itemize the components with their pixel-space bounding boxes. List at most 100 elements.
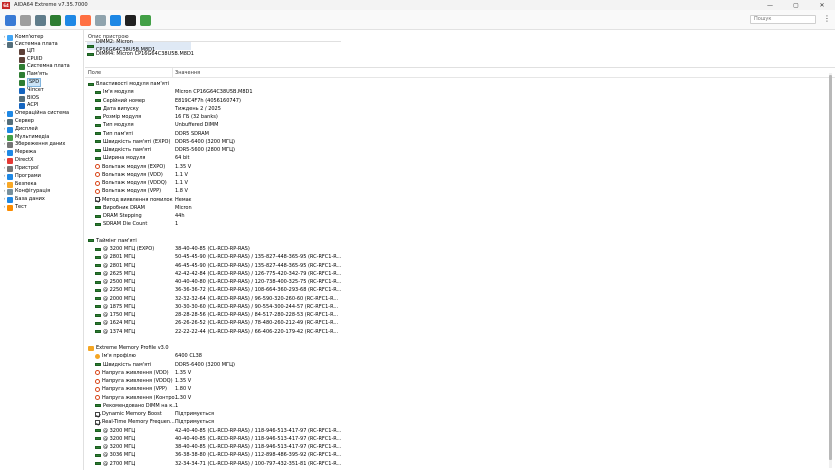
detail-row[interactable]: @ 3200 МГЦ (EXPO) 38-40-40-85 (CL-RCD-RP-… [85, 245, 825, 253]
detail-row[interactable]: @ 2625 МГЦ 42-42-42-84 (CL-RCD-RP-RAS) / … [85, 270, 825, 278]
memory-chip-icon [95, 288, 101, 292]
tree-item[interactable]: › DirectX [2, 157, 33, 164]
field-label: @ 2500 МГЦ [103, 279, 136, 285]
device-item[interactable]: DIMM4: Micron CP16G64C38U5B.M8D1 [87, 50, 194, 58]
detail-row[interactable]: @ 2250 МГЦ 36-36-36-72 (CL-RCD-RP-RAS) / … [85, 286, 825, 294]
tree-item[interactable]: SPD [14, 78, 42, 87]
detail-row[interactable]: DRAM Stepping 44h [85, 212, 825, 220]
detail-row[interactable]: Напруга живлення (VDDQ) 1.35 V [85, 377, 825, 385]
search-input[interactable] [754, 16, 804, 22]
tree-item[interactable]: BIOS [14, 95, 39, 102]
report-icon[interactable] [20, 15, 31, 26]
detail-row[interactable]: Розмір модуля 16 ГБ (32 banks) [85, 113, 825, 121]
tree-item[interactable]: › Безпека [2, 181, 37, 188]
field-label: Метод виявлення помилок [102, 196, 173, 203]
tree-item[interactable]: › Конфігурація [2, 188, 50, 195]
detail-row[interactable]: Швидкість пам'яті DDR5-6400 (3200 МГЦ) [85, 361, 825, 369]
detail-row[interactable]: @ 1374 МГЦ 22-22-22-44 (CL-RCD-RP-RAS) / … [85, 328, 825, 336]
detail-row[interactable]: Ширина модуля 64 bit [85, 154, 825, 162]
detail-row[interactable]: Швидкість пам'яті (EXPO) DDR5-6400 (3200 … [85, 138, 825, 146]
detail-row[interactable]: Дата випуску Тиждень 2 / 2025 [85, 105, 825, 113]
tree-item[interactable]: › Комп'ютер [2, 34, 43, 41]
detail-row[interactable]: @ 2801 МГЦ 46-45-45-90 (CL-RCD-RP-RAS) / … [85, 262, 825, 270]
minimize-button[interactable]: — [757, 0, 783, 10]
tree-item[interactable]: › Мультимедіа [2, 134, 49, 141]
tree-item-label: Чіпсет [27, 87, 44, 93]
tree-item[interactable]: › Сервер [2, 118, 34, 125]
detail-row[interactable]: Рекомендовано DIMM на к... 1 [85, 402, 825, 410]
device-item[interactable]: DIMM2: Micron CP16G64C38U5B.M8D1 [87, 39, 191, 53]
detail-row[interactable]: Метод виявлення помилок Немає [85, 196, 825, 204]
benchmark-icon[interactable] [125, 15, 136, 26]
tree-item[interactable]: › Операційна система [2, 110, 69, 117]
tree-item[interactable]: › Мережа [2, 149, 36, 156]
detail-row[interactable]: @ 1624 МГЦ 26-26-26-52 (CL-RCD-RP-RAS) / … [85, 319, 825, 327]
tree-item[interactable]: ACPI [14, 102, 38, 109]
flame-icon[interactable] [80, 15, 91, 26]
detail-row[interactable]: Вольтаж модуля (EXPO) 1.35 V [85, 163, 825, 171]
detail-row[interactable]: @ 1750 МГЦ 28-28-28-56 (CL-RCD-RP-RAS) / … [85, 311, 825, 319]
hardware-icon[interactable] [95, 15, 106, 26]
section-header[interactable]: Властивості модуля пам'яті [85, 80, 825, 88]
detail-row[interactable]: Напруга живлення (Контро... 1.30 V [85, 394, 825, 402]
field-cell: @ 3200 МГЦ [95, 427, 135, 435]
tree-item[interactable]: › Пристрої [2, 165, 38, 172]
field-cell: @ 2700 МГЦ [95, 460, 135, 468]
motherboard-icon[interactable] [35, 15, 46, 26]
scrollbar-thumb[interactable] [829, 75, 832, 460]
detail-row[interactable]: @ 2801 МГЦ 50-45-45-90 (CL-RCD-RP-RAS) / … [85, 253, 825, 261]
detail-row[interactable]: Напруга живлення (VDD) 1.35 V [85, 369, 825, 377]
more-options-icon[interactable]: ⋮ [823, 14, 831, 23]
detail-row[interactable]: Тип модуля Unbuffered DIMM [85, 121, 825, 129]
network-icon[interactable] [65, 15, 76, 26]
tree-item[interactable]: ⌄ Системна плата [2, 41, 58, 48]
tree-item[interactable]: › Збереження даних [2, 141, 65, 148]
tree-item[interactable]: Пам'ять [14, 71, 48, 78]
column-separator[interactable] [172, 68, 173, 78]
detail-row[interactable]: Швидкість пам'яті DDR5-5600 (2800 МГЦ) [85, 146, 825, 154]
detail-row[interactable]: SDRAM Die Count 1 [85, 220, 825, 228]
detail-row[interactable]: @ 3200 МГЦ 40-40-40-85 (CL-RCD-RP-RAS) / … [85, 435, 825, 443]
details-scrollbar[interactable] [829, 73, 832, 468]
field-label: @ 3200 МГЦ [103, 444, 136, 450]
memory-icon[interactable] [50, 15, 61, 26]
detail-row[interactable]: Вольтаж модуля (VDDQ) 1.1 V [85, 179, 825, 187]
detail-row[interactable]: Real-Time Memory Frequen... Підтримується [85, 418, 825, 426]
stability-icon[interactable] [140, 15, 151, 26]
close-button[interactable]: ✕ [809, 0, 835, 10]
detail-row[interactable]: Dynamic Memory Boost Підтримується [85, 410, 825, 418]
column-field-header[interactable]: Поле [88, 70, 101, 76]
tree-item[interactable]: › Дисплей [2, 126, 38, 133]
detail-row[interactable]: Тип пам'яті DDR5 SDRAM [85, 130, 825, 138]
detail-row[interactable]: @ 2000 МГЦ 32-32-32-64 (CL-RCD-RP-RAS) / … [85, 295, 825, 303]
tree-item[interactable]: › Тест [2, 204, 27, 211]
detail-row[interactable]: Напруга живлення (VPP) 1.80 V [85, 385, 825, 393]
detail-row[interactable]: Ім'я профілю 6400 CL38 [85, 352, 825, 360]
detail-row[interactable]: Вольтаж модуля (VDD) 1.1 V [85, 171, 825, 179]
detail-row[interactable]: @ 3200 МГЦ 38-40-40-85 (CL-RCD-RP-RAS) / … [85, 443, 825, 451]
tree-item[interactable]: ЦП [14, 48, 35, 55]
maximize-button[interactable]: ▢ [783, 0, 809, 10]
section-header[interactable]: Таймінг пам'яті [85, 237, 825, 245]
user-icon[interactable] [110, 15, 121, 26]
section-header[interactable]: Extreme Memory Profile v3.0 [85, 344, 825, 352]
tree-item[interactable]: CPUID [14, 56, 43, 63]
field-label: @ 2250 МГЦ [103, 287, 136, 294]
detail-row[interactable]: @ 2500 МГЦ 40-40-40-80 (CL-RCD-RP-RAS) / … [85, 278, 825, 286]
detail-row[interactable]: Серійний номер E819C4F7h (4056160747) [85, 97, 825, 105]
detail-row[interactable]: Вольтаж модуля (VPP) 1.8 V [85, 187, 825, 195]
detail-row[interactable]: @ 3036 МГЦ 36-38-38-80 (CL-RCD-RP-RAS) / … [85, 451, 825, 459]
detail-row[interactable]: @ 3200 МГЦ 42-40-40-85 (CL-RCD-RP-RAS) / … [85, 427, 825, 435]
search-box[interactable] [750, 15, 816, 24]
detail-row[interactable]: @ 2700 МГЦ 32-34-34-71 (CL-RCD-RP-RAS) / … [85, 460, 825, 468]
tree-item[interactable]: › База даних [2, 196, 45, 203]
tree-item[interactable]: Чіпсет [14, 87, 44, 94]
navigation-tree: › Комп'ютер ⌄ Системна плата ЦП CPUID Системна… [0, 30, 84, 470]
tree-item[interactable]: Системна плата [14, 63, 70, 70]
column-value-header[interactable]: Значення [175, 70, 200, 76]
refresh-icon[interactable] [5, 15, 16, 26]
detail-row[interactable]: Виробник DRAM Micron [85, 204, 825, 212]
tree-item[interactable]: › Програми [2, 173, 41, 180]
detail-row[interactable]: Ім'я модуля Micron CP16G64C38U5B.M8D1 [85, 88, 825, 96]
detail-row[interactable]: @ 1875 МГЦ 30-30-30-60 (CL-RCD-RP-RAS) / … [85, 303, 825, 311]
